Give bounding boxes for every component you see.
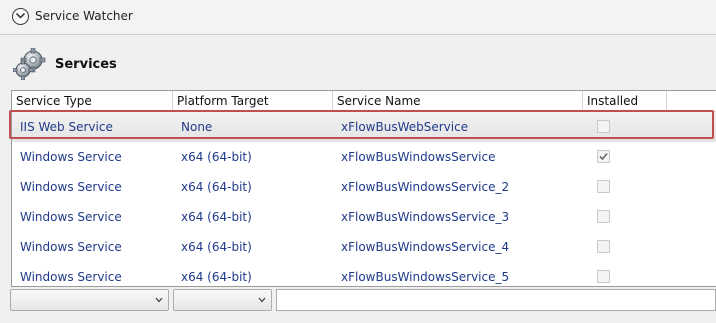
cell-service-name: xFlowBusWindowsService_4	[341, 240, 510, 254]
installed-checkbox[interactable]	[597, 240, 610, 253]
chevron-down-icon	[15, 12, 26, 19]
platform-filter-combo[interactable]	[173, 289, 272, 311]
cell-platform-target: x64 (64-bit)	[181, 180, 252, 194]
checkmark-icon	[599, 152, 608, 161]
chevron-down-icon	[258, 297, 266, 303]
cell-platform-target: x64 (64-bit)	[181, 150, 252, 164]
cell-service-name: xFlowBusWindowsService_3	[341, 210, 510, 224]
table-row[interactable]: Windows Service x64 (64-bit) xFlowBusWin…	[12, 172, 716, 202]
cell-service-type: Windows Service	[20, 150, 122, 164]
gears-icon	[13, 48, 46, 80]
chevron-down-icon	[155, 297, 163, 303]
cell-service-type: Windows Service	[20, 180, 122, 194]
grid-header: Service Type Platform Target Service Nam…	[12, 91, 716, 112]
installed-checkbox[interactable]	[597, 180, 610, 193]
cell-service-type: Windows Service	[20, 210, 122, 224]
table-row[interactable]: Windows Service x64 (64-bit) xFlowBusWin…	[12, 232, 716, 262]
cell-platform-target: x64 (64-bit)	[181, 270, 252, 284]
top-bar: Service Watcher	[0, 0, 716, 35]
expander-button[interactable]	[12, 8, 29, 25]
cell-platform-target: x64 (64-bit)	[181, 210, 252, 224]
column-header-platform-target[interactable]: Platform Target	[172, 91, 332, 111]
table-row[interactable]: Windows Service x64 (64-bit) xFlowBusWin…	[12, 262, 716, 286]
installed-checkbox[interactable]	[597, 150, 610, 163]
cell-service-name: xFlowBusWindowsService_5	[341, 270, 510, 284]
selected-row-highlight	[9, 110, 714, 139]
service-type-filter-combo[interactable]	[10, 289, 169, 311]
table-row[interactable]: Windows Service x64 (64-bit) xFlowBusWin…	[12, 142, 716, 172]
window-title: Service Watcher	[35, 9, 133, 23]
cell-service-type: Windows Service	[20, 240, 122, 254]
column-header-service-name[interactable]: Service Name	[332, 91, 582, 111]
column-header-installed[interactable]: Installed	[582, 91, 666, 111]
service-name-filter-input[interactable]	[276, 289, 716, 311]
table-row[interactable]: Windows Service x64 (64-bit) xFlowBusWin…	[12, 202, 716, 232]
installed-checkbox[interactable]	[597, 270, 610, 283]
cell-service-name: xFlowBusWindowsService_2	[341, 180, 510, 194]
cell-service-type: Windows Service	[20, 270, 122, 284]
installed-checkbox[interactable]	[597, 210, 610, 223]
column-header-service-type[interactable]: Service Type	[12, 91, 172, 111]
cell-platform-target: x64 (64-bit)	[181, 240, 252, 254]
cell-service-name: xFlowBusWindowsService	[341, 150, 496, 164]
column-header-filler	[666, 91, 716, 111]
section-title: Services	[55, 57, 117, 72]
